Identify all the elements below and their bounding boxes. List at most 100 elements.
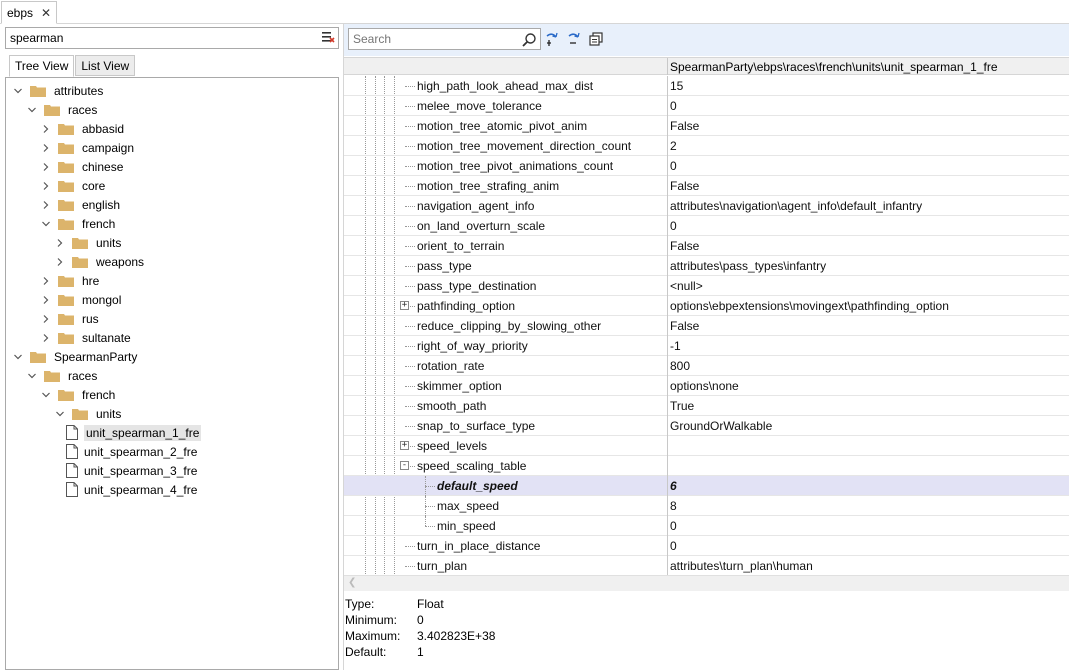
tree-item[interactable]: unit_spearman_1_fre	[66, 423, 202, 442]
close-icon[interactable]: ✕	[41, 6, 51, 20]
property-value[interactable]: options\none	[667, 376, 739, 396]
property-row[interactable]: default_speed 6	[344, 476, 1069, 496]
tree-item[interactable]: unit_spearman_4_fre	[66, 480, 197, 499]
expand-all-icon[interactable]	[544, 31, 560, 47]
property-row[interactable]: max_speed 8	[344, 496, 1069, 516]
copy-icon[interactable]	[588, 31, 604, 47]
filter-input[interactable]	[10, 31, 310, 45]
property-value[interactable]: 0	[667, 156, 677, 176]
property-value[interactable]: False	[667, 176, 699, 196]
property-value[interactable]: attributes\pass_types\infantry	[667, 256, 826, 276]
tree-item[interactable]: rus	[40, 309, 99, 328]
property-row[interactable]: navigation_agent_info attributes\navigati…	[344, 196, 1069, 216]
property-value[interactable]: 8	[667, 496, 677, 516]
chevron-down-icon[interactable]	[12, 85, 24, 97]
property-value[interactable]: 15	[667, 76, 683, 96]
expand-icon[interactable]: +	[400, 441, 409, 450]
property-row[interactable]: high_path_look_ahead_max_dist 15	[344, 76, 1069, 96]
property-row[interactable]: min_speed 0	[344, 516, 1069, 536]
property-row[interactable]: + speed_levels	[344, 436, 1069, 456]
chevron-right-icon[interactable]	[40, 275, 52, 287]
tree-item[interactable]: races	[26, 100, 97, 119]
chevron-right-icon[interactable]	[54, 256, 66, 268]
scroll-left-icon[interactable]: ❮	[348, 577, 356, 588]
property-row[interactable]: melee_move_tolerance 0	[344, 96, 1069, 116]
filter-box[interactable]	[5, 27, 339, 49]
property-row[interactable]: + pathfinding_option options\ebpextensions…	[344, 296, 1069, 316]
tree-item[interactable]: core	[40, 176, 105, 195]
property-value[interactable]: attributes\turn_plan\human	[667, 556, 813, 576]
chevron-right-icon[interactable]	[40, 199, 52, 211]
tree-item[interactable]: attributes	[12, 81, 103, 100]
property-value[interactable]: 0	[667, 96, 677, 116]
property-row[interactable]: turn_plan attributes\turn_plan\human	[344, 556, 1069, 576]
property-row[interactable]: reduce_clipping_by_slowing_other False	[344, 316, 1069, 336]
property-value[interactable]: 6	[667, 476, 677, 496]
property-value[interactable]: 0	[667, 536, 677, 556]
chevron-right-icon[interactable]	[40, 161, 52, 173]
chevron-down-icon[interactable]	[26, 370, 38, 382]
collapse-all-icon[interactable]	[566, 31, 582, 47]
property-value[interactable]: 2	[667, 136, 677, 156]
search-box[interactable]	[348, 28, 541, 50]
property-value[interactable]: 0	[667, 516, 677, 536]
property-row[interactable]: smooth_path True	[344, 396, 1069, 416]
property-value[interactable]: -1	[667, 336, 681, 356]
chevron-right-icon[interactable]	[40, 123, 52, 135]
horizontal-scrollbar[interactable]: ❮	[344, 575, 1069, 591]
property-value[interactable]: <null>	[667, 276, 703, 296]
search-icon[interactable]	[521, 32, 537, 48]
property-row[interactable]: on_land_overturn_scale 0	[344, 216, 1069, 236]
document-tab-ebps[interactable]: ebps ✕	[1, 1, 57, 24]
property-row[interactable]: rotation_rate 800	[344, 356, 1069, 376]
collapse-icon[interactable]: -	[400, 461, 409, 470]
property-value[interactable]: False	[667, 116, 699, 136]
property-row[interactable]: turn_in_place_distance 0	[344, 536, 1069, 556]
property-row[interactable]: pass_type attributes\pass_types\infantry	[344, 256, 1069, 276]
property-value[interactable]: False	[667, 236, 699, 256]
property-value[interactable]: 800	[667, 356, 690, 376]
tab-list-view[interactable]: List View	[75, 55, 136, 76]
chevron-right-icon[interactable]	[40, 180, 52, 192]
property-row[interactable]: snap_to_surface_type GroundOrWalkable	[344, 416, 1069, 436]
tree-item[interactable]: races	[26, 366, 97, 385]
chevron-down-icon[interactable]	[12, 351, 24, 363]
chevron-down-icon[interactable]	[54, 408, 66, 420]
tree-item[interactable]: unit_spearman_3_fre	[66, 461, 197, 480]
tree-item[interactable]: chinese	[40, 157, 123, 176]
property-row[interactable]: motion_tree_pivot_animations_count 0	[344, 156, 1069, 176]
property-value[interactable]	[667, 456, 670, 476]
chevron-down-icon[interactable]	[40, 218, 52, 230]
property-row[interactable]: orient_to_terrain False	[344, 236, 1069, 256]
property-row[interactable]: pass_type_destination <null>	[344, 276, 1069, 296]
tree-item[interactable]: units	[54, 233, 121, 252]
chevron-right-icon[interactable]	[40, 142, 52, 154]
property-row[interactable]: motion_tree_movement_direction_count 2	[344, 136, 1069, 156]
property-value[interactable]: attributes\navigation\agent_info\default…	[667, 196, 922, 216]
property-row[interactable]: motion_tree_atomic_pivot_anim False	[344, 116, 1069, 136]
property-row[interactable]: - speed_scaling_table	[344, 456, 1069, 476]
tree-item[interactable]: weapons	[54, 252, 144, 271]
property-value[interactable]: False	[667, 316, 699, 336]
expand-icon[interactable]: +	[400, 301, 409, 310]
property-row[interactable]: skimmer_option options\none	[344, 376, 1069, 396]
chevron-right-icon[interactable]	[40, 332, 52, 344]
clear-filter-icon[interactable]	[321, 30, 335, 46]
tree-item[interactable]: mongol	[40, 290, 121, 309]
search-input[interactable]	[353, 32, 518, 46]
property-value[interactable]: GroundOrWalkable	[667, 416, 772, 436]
property-row[interactable]: motion_tree_strafing_anim False	[344, 176, 1069, 196]
tree-item[interactable]: abbasid	[40, 119, 124, 138]
property-value[interactable]: 0	[667, 216, 677, 236]
chevron-down-icon[interactable]	[26, 104, 38, 116]
property-value[interactable]: options\ebpextensions\movingext\pathfind…	[667, 296, 949, 316]
tab-tree-view[interactable]: Tree View	[9, 55, 75, 77]
property-value[interactable]	[667, 436, 670, 456]
chevron-down-icon[interactable]	[40, 389, 52, 401]
tree-item[interactable]: units	[54, 404, 121, 423]
tree-item[interactable]: campaign	[40, 138, 134, 157]
tree-item[interactable]: sultanate	[40, 328, 131, 347]
tree-item[interactable]: hre	[40, 271, 99, 290]
tree-item[interactable]: english	[40, 195, 120, 214]
tree-item[interactable]: french	[40, 214, 115, 233]
